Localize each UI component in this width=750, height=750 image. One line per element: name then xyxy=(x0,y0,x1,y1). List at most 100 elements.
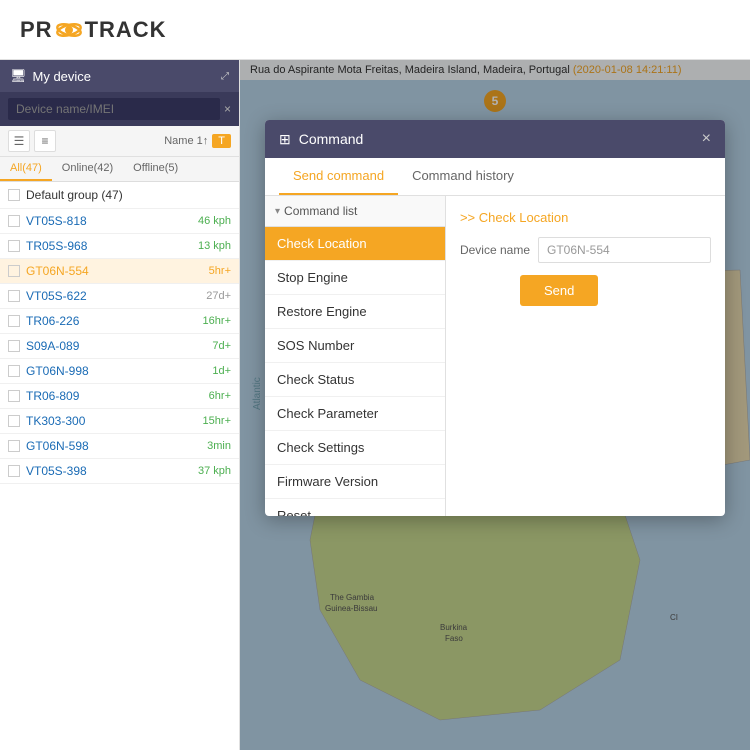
device-checkbox[interactable] xyxy=(8,265,20,277)
device-row[interactable]: TR06-809 6hr+ xyxy=(0,384,239,409)
main-layout: 🖥 My device ⤢ × ☰ ≡ Name 1↑ T All(47) On… xyxy=(0,60,750,750)
logo-icon xyxy=(55,16,83,44)
logo: PR TRACK xyxy=(20,16,167,44)
modal-tabs: Send command Command history xyxy=(265,158,725,196)
modal-title: Command xyxy=(299,131,364,147)
tab-offline[interactable]: Offline(5) xyxy=(123,157,188,181)
device-checkbox[interactable] xyxy=(8,465,20,477)
filter-badge[interactable]: T xyxy=(212,134,231,148)
device-checkbox[interactable] xyxy=(8,415,20,427)
sidebar: 🖥 My device ⤢ × ☰ ≡ Name 1↑ T All(47) On… xyxy=(0,60,240,750)
device-group-row: Default group (47) xyxy=(0,182,239,209)
modal-header-title: ⊞ Command xyxy=(279,131,363,148)
name-sort-label: Name 1↑ xyxy=(164,135,208,147)
device-name: GT06N-554 xyxy=(26,264,209,278)
command-icon: ⊞ xyxy=(279,131,291,148)
device-name: TR05S-968 xyxy=(26,239,198,253)
device-status: 16hr+ xyxy=(203,315,231,327)
device-row[interactable]: GT06N-998 1d+ xyxy=(0,359,239,384)
sidebar-header-left: 🖥 My device xyxy=(10,68,91,84)
expand-icon[interactable]: ⤢ xyxy=(221,71,229,82)
device-checkbox[interactable] xyxy=(8,215,20,227)
search-bar: × xyxy=(0,92,239,126)
search-clear-icon[interactable]: × xyxy=(224,102,231,116)
device-name: GT06N-598 xyxy=(26,439,207,453)
device-row[interactable]: S09A-089 7d+ xyxy=(0,334,239,359)
device-checkbox[interactable] xyxy=(8,340,20,352)
modal-header: ⊞ Command × xyxy=(265,120,725,158)
command-item[interactable]: Check Location xyxy=(265,227,445,261)
tabs-row: All(47) Online(42) Offline(5) xyxy=(0,157,239,182)
tab-online[interactable]: Online(42) xyxy=(52,157,123,181)
list-icon[interactable]: ≡ xyxy=(34,130,56,152)
device-name: GT06N-998 xyxy=(26,364,212,378)
device-checkbox[interactable] xyxy=(8,365,20,377)
device-status: 7d+ xyxy=(212,340,231,352)
detail-panel: >> Check Location Device name Send xyxy=(446,196,725,516)
command-item[interactable]: Check Status xyxy=(265,363,445,397)
map-area: Rua do Aspirante Mota Freitas, Madeira I… xyxy=(240,60,750,750)
sidebar-header: 🖥 My device ⤢ xyxy=(0,60,239,92)
device-name-input[interactable] xyxy=(538,237,711,263)
command-item[interactable]: Check Parameter xyxy=(265,397,445,431)
command-item[interactable]: Firmware Version xyxy=(265,465,445,499)
tab-command-history[interactable]: Command history xyxy=(398,158,528,195)
modal-body: ▾ Command list Check LocationStop Engine… xyxy=(265,196,725,516)
device-name: VT05S-818 xyxy=(26,214,198,228)
search-input[interactable] xyxy=(8,98,220,120)
device-row[interactable]: TR06-226 16hr+ xyxy=(0,309,239,334)
device-list-container: VT05S-818 46 kph TR05S-968 13 kph GT06N-… xyxy=(0,209,239,484)
command-section-header[interactable]: ▾ Command list xyxy=(265,196,445,227)
sidebar-title: My device xyxy=(33,69,92,84)
device-row[interactable]: VT05S-398 37 kph xyxy=(0,459,239,484)
tab-send-command[interactable]: Send command xyxy=(279,158,398,195)
device-status: 37 kph xyxy=(198,465,231,477)
device-checkbox[interactable] xyxy=(8,290,20,302)
header: PR TRACK xyxy=(0,0,750,60)
device-name: VT05S-622 xyxy=(26,289,206,303)
device-row[interactable]: GT06N-554 5hr+ xyxy=(0,259,239,284)
device-status: 6hr+ xyxy=(209,390,231,402)
group-label: Default group (47) xyxy=(26,188,123,202)
command-item[interactable]: Reset xyxy=(265,499,445,516)
device-name: TK303-300 xyxy=(26,414,203,428)
device-row[interactable]: GT06N-598 3min xyxy=(0,434,239,459)
command-item[interactable]: Check Settings xyxy=(265,431,445,465)
command-item[interactable]: Restore Engine xyxy=(265,295,445,329)
device-status: 5hr+ xyxy=(209,265,231,277)
command-list-container: Check LocationStop EngineRestore EngineS… xyxy=(265,227,445,516)
name-sort: Name 1↑ T xyxy=(164,134,231,148)
device-name: TR06-809 xyxy=(26,389,209,403)
device-name: VT05S-398 xyxy=(26,464,198,478)
tab-all[interactable]: All(47) xyxy=(0,157,52,181)
device-row[interactable]: VT05S-818 46 kph xyxy=(0,209,239,234)
device-list: Default group (47) VT05S-818 46 kph TR05… xyxy=(0,182,239,750)
device-status: 3min xyxy=(207,440,231,452)
device-checkbox[interactable] xyxy=(8,390,20,402)
device-checkbox[interactable] xyxy=(8,315,20,327)
device-status: 46 kph xyxy=(198,215,231,227)
logo-text-post: TRACK xyxy=(85,17,167,43)
command-section-label: Command list xyxy=(284,204,357,218)
send-button[interactable]: Send xyxy=(520,275,598,306)
device-row[interactable]: VT05S-622 27d+ xyxy=(0,284,239,309)
device-checkbox[interactable] xyxy=(8,440,20,452)
command-item[interactable]: Stop Engine xyxy=(265,261,445,295)
modal-close-button[interactable]: × xyxy=(702,130,711,148)
device-name: TR06-226 xyxy=(26,314,203,328)
command-item[interactable]: SOS Number xyxy=(265,329,445,363)
command-modal: ⊞ Command × Send command Command history… xyxy=(265,120,725,516)
monitor-icon: 🖥 xyxy=(10,68,27,84)
check-location-link[interactable]: >> Check Location xyxy=(460,210,711,225)
command-panel: ▾ Command list Check LocationStop Engine… xyxy=(265,196,446,516)
device-status: 13 kph xyxy=(198,240,231,252)
device-row[interactable]: TK303-300 15hr+ xyxy=(0,409,239,434)
filter-icon[interactable]: ☰ xyxy=(8,130,30,152)
group-checkbox[interactable] xyxy=(8,189,20,201)
device-status: 27d+ xyxy=(206,290,231,302)
chevron-down-icon: ▾ xyxy=(275,206,280,217)
device-checkbox[interactable] xyxy=(8,240,20,252)
device-row[interactable]: TR05S-968 13 kph xyxy=(0,234,239,259)
device-name: S09A-089 xyxy=(26,339,212,353)
modal-overlay: ⊞ Command × Send command Command history… xyxy=(240,60,750,750)
